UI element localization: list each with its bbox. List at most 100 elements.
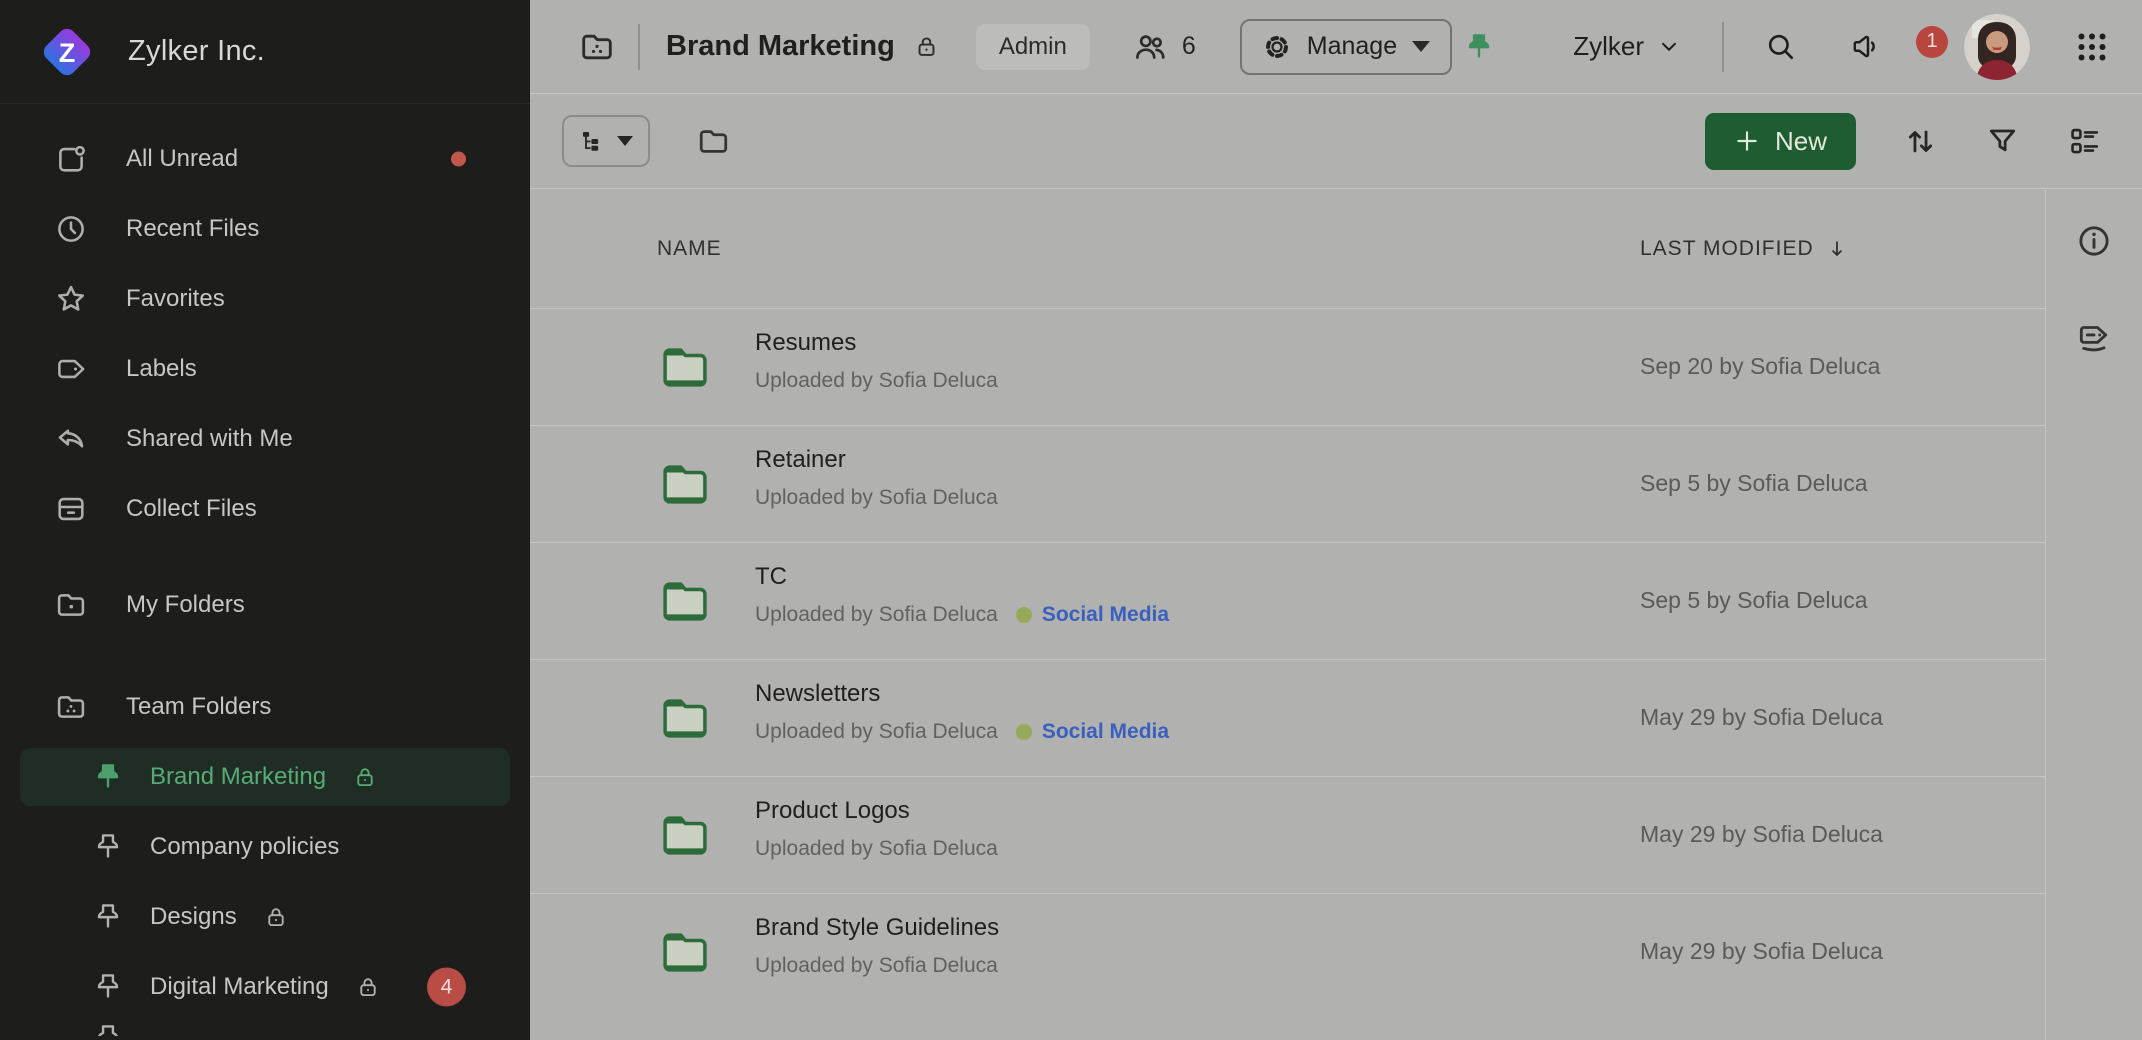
- lock-icon: [352, 764, 378, 790]
- last-modified-text: Sep 20 by Sofia Deluca: [1640, 353, 1880, 380]
- workdrive-app: Z Zylker Inc. All Unread Recent Files Fa…: [0, 0, 2142, 1040]
- pin-icon: [92, 901, 124, 933]
- tag-icon: [54, 352, 88, 386]
- members-button[interactable]: 6: [1132, 29, 1196, 65]
- row-text: TC Uploaded by Sofia Deluca Social Media: [755, 562, 1169, 627]
- sidebar-item-label: Collect Files: [126, 495, 257, 523]
- sidebar-team-folder-partial[interactable]: [20, 1022, 510, 1036]
- label-dot: [1016, 607, 1032, 623]
- sidebar-item-recent-files[interactable]: Recent Files: [0, 194, 530, 264]
- top-bar: Brand Marketing Admin 6 Manage Zylker: [530, 0, 2142, 94]
- sidebar-item-label: Recent Files: [126, 215, 259, 243]
- table-row[interactable]: Product Logos Uploaded by Sofia Deluca M…: [530, 776, 2045, 893]
- file-name[interactable]: Product Logos: [755, 796, 998, 826]
- column-header-last-modified[interactable]: LAST MODIFIED: [1640, 237, 1848, 261]
- zylker-logo-icon: Z: [34, 19, 100, 85]
- table-row[interactable]: Resumes Uploaded by Sofia Deluca Sep 20 …: [530, 308, 2045, 425]
- clock-icon: [54, 212, 88, 246]
- folder-icon: [54, 588, 88, 622]
- caret-down-icon: [1412, 41, 1430, 52]
- file-name[interactable]: Newsletters: [755, 679, 1169, 709]
- announcements-icon[interactable]: [1849, 30, 1882, 63]
- file-name[interactable]: Brand Style Guidelines: [755, 913, 999, 943]
- main-area: Brand Marketing Admin 6 Manage Zylker: [530, 0, 2142, 1040]
- tree-view-icon: [579, 128, 606, 155]
- sidebar-team-folder-digital-marketing[interactable]: Digital Marketing 4: [20, 952, 510, 1022]
- label-chip[interactable]: Social Media: [1016, 720, 1169, 744]
- label-text: Social Media: [1042, 720, 1169, 744]
- sidebar-team-folder-designs[interactable]: Designs: [20, 882, 510, 952]
- star-icon: [54, 282, 88, 316]
- unread-dot: [451, 152, 466, 167]
- sort-descending-icon: [1826, 238, 1848, 260]
- apps-grid-icon[interactable]: [2074, 29, 2110, 65]
- table-row[interactable]: TC Uploaded by Sofia Deluca Social Media…: [530, 542, 2045, 659]
- list-view-icon[interactable]: [2067, 124, 2102, 159]
- manage-label: Manage: [1307, 32, 1397, 61]
- lock-icon: [355, 974, 381, 1000]
- chevron-down-icon: [1658, 36, 1680, 58]
- label-chip[interactable]: Social Media: [1016, 603, 1169, 627]
- search-icon[interactable]: [1764, 30, 1797, 63]
- file-name[interactable]: Resumes: [755, 328, 998, 358]
- sidebar-item-label: All Unread: [126, 145, 238, 173]
- team-folder-label: Company policies: [150, 833, 339, 861]
- folder-icon: [660, 810, 709, 859]
- sidebar-item-collect-files[interactable]: Collect Files: [0, 474, 530, 544]
- lock-icon: [913, 33, 940, 60]
- pin-icon: [92, 1022, 124, 1036]
- collect-icon: [54, 492, 88, 526]
- table-row[interactable]: Retainer Uploaded by Sofia Deluca Sep 5 …: [530, 425, 2045, 542]
- sort-icon[interactable]: [1903, 124, 1938, 159]
- sidebar-item-favorites[interactable]: Favorites: [0, 264, 530, 334]
- plus-icon: [1734, 128, 1760, 154]
- pinned-icon[interactable]: [1463, 31, 1495, 63]
- sidebar-item-label: Labels: [126, 355, 197, 383]
- uploader-text: Uploaded by Sofia Deluca: [755, 369, 998, 393]
- folder-icon: [660, 342, 709, 391]
- sidebar-item-label: Team Folders: [126, 693, 271, 721]
- sidebar-item-label: My Folders: [126, 591, 245, 619]
- sidebar-team-folder-brand-marketing[interactable]: Brand Marketing: [20, 748, 510, 806]
- sidebar-team-folder-company-policies[interactable]: Company policies: [20, 812, 510, 882]
- row-text: Brand Style Guidelines Uploaded by Sofia…: [755, 913, 999, 978]
- uploader-text: Uploaded by Sofia Deluca: [755, 837, 998, 861]
- unread-icon: [54, 142, 88, 176]
- uploader-text: Uploaded by Sofia Deluca: [755, 954, 998, 978]
- new-button[interactable]: New: [1705, 113, 1856, 170]
- folder-icon: [660, 459, 709, 508]
- notification-badge: 1: [1916, 26, 1948, 58]
- workspace-switcher[interactable]: Zylker: [1573, 31, 1680, 62]
- file-name[interactable]: TC: [755, 562, 1169, 592]
- sidebar-item-labels[interactable]: Labels: [0, 334, 530, 404]
- spacer: [0, 544, 530, 570]
- manage-button[interactable]: Manage: [1240, 19, 1452, 75]
- unread-count-badge: 4: [427, 968, 466, 1007]
- pin-icon: [92, 761, 124, 793]
- table-row[interactable]: Newsletters Uploaded by Sofia Deluca Soc…: [530, 659, 2045, 776]
- column-header-name[interactable]: NAME: [657, 237, 722, 261]
- sidebar-nav: All Unread Recent Files Favorites Labels…: [0, 104, 530, 1036]
- uploader-text: Uploaded by Sofia Deluca: [755, 486, 998, 510]
- gear-icon: [1262, 32, 1292, 62]
- sidebar-item-team-folders[interactable]: Team Folders: [0, 672, 530, 742]
- sidebar-header: Z Zylker Inc.: [0, 0, 530, 104]
- sidebar-item-all-unread[interactable]: All Unread: [0, 124, 530, 194]
- sidebar-item-my-folders[interactable]: My Folders: [0, 570, 530, 640]
- team-folder-label: Designs: [150, 903, 237, 931]
- root-folder-icon[interactable]: [696, 124, 731, 159]
- labels-panel-icon[interactable]: [2075, 318, 2113, 356]
- toolbar: New: [530, 94, 2142, 189]
- user-avatar[interactable]: [1964, 14, 2030, 80]
- file-name[interactable]: Retainer: [755, 445, 998, 475]
- info-icon[interactable]: [2075, 222, 2113, 260]
- company-name: Zylker Inc.: [128, 35, 265, 68]
- row-text: Product Logos Uploaded by Sofia Deluca: [755, 796, 998, 861]
- logo-letter: Z: [59, 38, 76, 68]
- filter-icon[interactable]: [1985, 124, 2020, 159]
- table-row[interactable]: Brand Style Guidelines Uploaded by Sofia…: [530, 893, 2045, 1010]
- team-folder-icon: [54, 690, 88, 724]
- view-switcher-dropdown[interactable]: [562, 115, 650, 167]
- last-modified-text: Sep 5 by Sofia Deluca: [1640, 470, 1868, 497]
- sidebar-item-shared-with-me[interactable]: Shared with Me: [0, 404, 530, 474]
